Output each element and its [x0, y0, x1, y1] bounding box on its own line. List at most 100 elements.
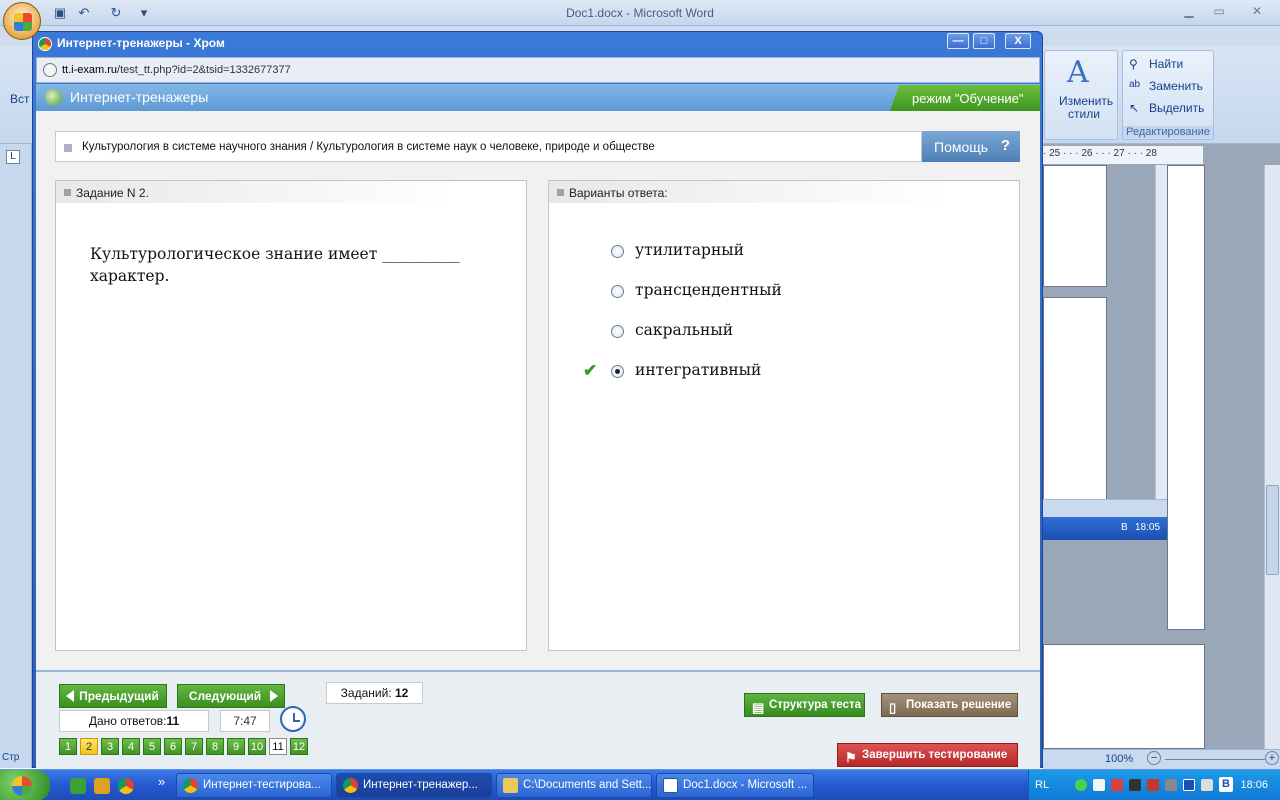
word-left-ruler: L Стр: [0, 144, 32, 768]
windows-logo-icon: [12, 776, 32, 796]
page-button[interactable]: 6: [164, 738, 182, 755]
radio-button-checked[interactable]: [611, 365, 624, 378]
chrome-title-bar: Интернет-тренажеры - Хром — □ X: [33, 32, 1042, 56]
select-button[interactable]: Выделить: [1149, 101, 1204, 115]
page-button-current[interactable]: 11: [269, 738, 287, 755]
next-button[interactable]: Следующий: [177, 684, 285, 708]
tray-app-icon[interactable]: [1165, 779, 1177, 791]
select-icon: ↖: [1129, 101, 1140, 115]
answer-option-text[interactable]: утилитарный: [635, 241, 744, 259]
quicklaunch-app-icon[interactable]: [70, 778, 86, 794]
chrome-favicon-icon: [38, 37, 52, 51]
office-logo-icon: [14, 13, 32, 31]
word-close-button[interactable]: ✕: [1244, 4, 1270, 20]
quicklaunch-more-icon[interactable]: »: [158, 774, 165, 789]
editing-group: ⚲ Найти ab Заменить ↖ Выделить Редактиро…: [1122, 50, 1214, 140]
next-label: Следующий: [188, 689, 262, 703]
quicklaunch-app-icon[interactable]: [94, 778, 110, 794]
inner-clock: 18:05: [1135, 522, 1161, 533]
doc-page-next: [1043, 644, 1205, 749]
editing-group-label: Редактирование: [1123, 126, 1213, 138]
radio-button[interactable]: [611, 245, 624, 258]
change-styles-button[interactable]: Изменить стили: [1059, 95, 1113, 121]
previous-button[interactable]: Предыдущий: [59, 684, 167, 708]
inner-taskbar: B 18:05: [1043, 517, 1167, 540]
page-button[interactable]: 9: [227, 738, 245, 755]
page-button[interactable]: 4: [122, 738, 140, 755]
answer-option-text[interactable]: интегративный: [635, 361, 761, 379]
find-icon: ⚲: [1129, 57, 1138, 71]
word-scroll-thumb[interactable]: [1266, 485, 1279, 575]
zoom-out-icon[interactable]: −: [1147, 751, 1161, 765]
page-info-icon[interactable]: [43, 63, 57, 77]
chrome-window-title: Интернет-тренажеры - Хром: [57, 36, 225, 50]
ribbon-insert-fragment[interactable]: Вст: [10, 92, 30, 106]
page-button[interactable]: 7: [185, 738, 203, 755]
address-bar[interactable]: tt.i-exam.ru/test_tt.php?id=2&tsid=13326…: [36, 57, 1040, 83]
office-button[interactable]: [3, 2, 41, 40]
page-button[interactable]: 1: [59, 738, 77, 755]
zoom-slider[interactable]: [1165, 759, 1265, 760]
doc-page-right: [1167, 165, 1205, 630]
find-button[interactable]: Найти: [1149, 57, 1183, 71]
taskbar-item[interactable]: Doc1.docx - Microsoft ...: [656, 773, 814, 798]
taskbar-item[interactable]: C:\Documents and Sett...: [496, 773, 652, 798]
radio-button[interactable]: [611, 285, 624, 298]
chrome-minimize-button[interactable]: —: [947, 33, 969, 49]
quicklaunch-chrome-icon[interactable]: [118, 778, 134, 794]
zoom-in-icon[interactable]: +: [1265, 751, 1279, 765]
language-indicator[interactable]: RL: [1035, 779, 1049, 791]
page-button[interactable]: 3: [101, 738, 119, 755]
word-doc-icon: [663, 778, 678, 793]
tray-app-icon[interactable]: [1111, 779, 1123, 791]
zoom-level[interactable]: 100%: [1105, 753, 1133, 765]
change-styles-icon[interactable]: A: [1067, 55, 1089, 90]
finish-test-button[interactable]: ⚑ Завершить тестирование: [837, 743, 1018, 767]
word-maximize-button[interactable]: ▭: [1206, 4, 1232, 20]
page-content: Интернет-тренажеры режим "Обучение" Куль…: [36, 84, 1040, 769]
word-vertical-scrollbar[interactable]: [1264, 165, 1280, 750]
radio-button[interactable]: [611, 325, 624, 338]
answer-option-text[interactable]: трансцендентный: [635, 281, 782, 299]
speaker-icon[interactable]: [1201, 779, 1213, 791]
tray-app-icon[interactable]: [1147, 779, 1159, 791]
page-button-answered[interactable]: 2: [80, 738, 98, 755]
tasks-count: 12: [394, 686, 409, 700]
url-text[interactable]: tt.i-exam.ru/test_tt.php?id=2&tsid=13326…: [62, 64, 291, 76]
inner-b-icon: B: [1121, 522, 1128, 533]
taskbar: » Интернет-тестирова... Интернет-тренаже…: [0, 769, 1280, 800]
answer-option-text[interactable]: сакральный: [635, 321, 733, 339]
show-solution-button[interactable]: ▯ Показать решение: [881, 693, 1018, 717]
page-button[interactable]: 5: [143, 738, 161, 755]
url-host: tt.i-exam.ru: [62, 64, 118, 76]
page-button[interactable]: 10: [248, 738, 266, 755]
clock[interactable]: 18:06: [1240, 779, 1268, 791]
taskbar-item-label: Doc1.docx - Microsoft ...: [683, 779, 807, 791]
vk-icon[interactable]: B: [1219, 777, 1233, 792]
test-structure-button[interactable]: ▤ Структура теста: [744, 693, 865, 717]
tab-stop-selector[interactable]: L: [6, 150, 20, 164]
tray-app-icon[interactable]: [1129, 779, 1141, 791]
question-text: Культурологическое знание имеет ________…: [90, 245, 460, 285]
styles-group: A Изменить стили: [1044, 50, 1118, 140]
word-minimize-button[interactable]: ▁: [1176, 4, 1202, 20]
start-button[interactable]: [0, 770, 50, 800]
help-button[interactable]: Помощь ?: [922, 131, 1020, 162]
tasks-count-box: Заданий: 12: [326, 682, 423, 704]
page-button[interactable]: 8: [206, 738, 224, 755]
page-button[interactable]: 12: [290, 738, 308, 755]
tray-display-icon[interactable]: [1183, 779, 1195, 791]
arrow-left-icon: [66, 690, 74, 702]
bullet-square-icon: [64, 189, 71, 196]
taskbar-item[interactable]: Интернет-тестирова...: [176, 773, 332, 798]
tray-app-icon[interactable]: [1093, 779, 1105, 791]
chrome-close-button[interactable]: X: [1005, 33, 1031, 49]
replace-button[interactable]: Заменить: [1149, 79, 1203, 93]
question-panel: Задание N 2. Культурологическое знание и…: [55, 180, 527, 651]
answered-count-box: Дано ответов:11: [59, 710, 209, 732]
taskbar-item-active[interactable]: Интернет-тренажер...: [336, 773, 492, 798]
tray-network-icon[interactable]: [1075, 779, 1087, 791]
runner-icon: ⚑: [845, 750, 857, 765]
chrome-maximize-button[interactable]: □: [973, 33, 995, 49]
inner-scrollbar: [1155, 165, 1167, 505]
